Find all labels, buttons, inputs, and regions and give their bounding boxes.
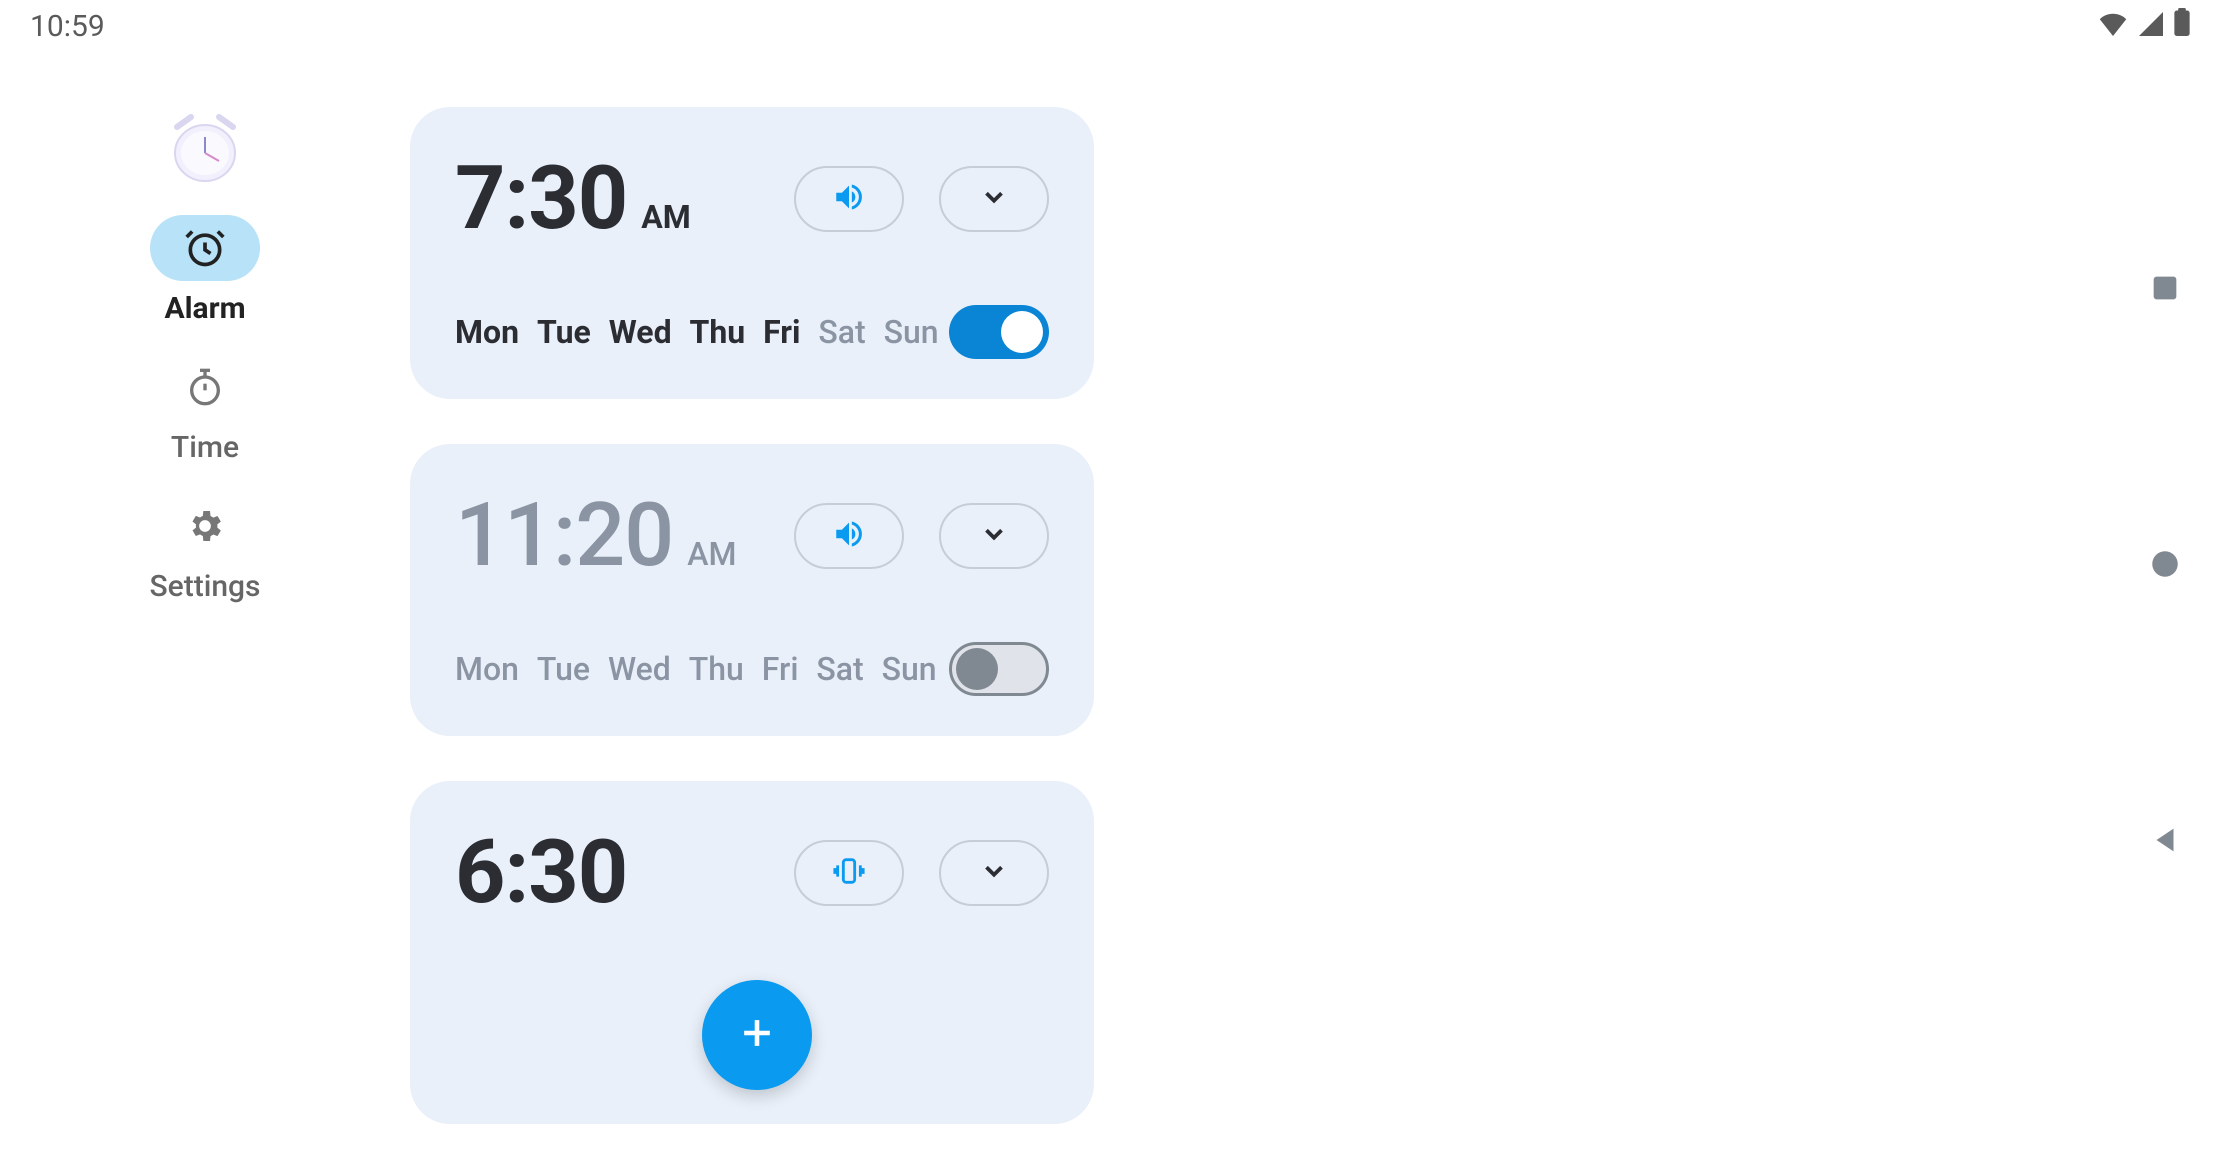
- recent-apps-button[interactable]: [2148, 271, 2182, 309]
- alarm-ampm: AM: [641, 198, 691, 236]
- status-icons: [2098, 8, 2190, 44]
- day-mon: Mon: [455, 650, 519, 688]
- sidebar-item-settings[interactable]: Settings: [149, 493, 260, 604]
- alarm-card: 7:30 AM: [410, 107, 1094, 399]
- vibrate-icon: [832, 854, 866, 891]
- alarm-time-value: 11:20: [455, 484, 673, 587]
- app-logo: [160, 107, 250, 187]
- chevron-down-icon: [979, 856, 1009, 889]
- day-sat: Sat: [816, 650, 863, 688]
- day-sun: Sun: [884, 313, 939, 351]
- plus-icon: [735, 1011, 779, 1059]
- add-alarm-button[interactable]: [702, 980, 812, 1090]
- back-button[interactable]: [2148, 823, 2182, 861]
- home-button[interactable]: [2148, 547, 2182, 585]
- day-wed: Wed: [609, 313, 672, 351]
- day-thu: Thu: [690, 313, 746, 351]
- alarm-icon: [150, 215, 260, 281]
- alarm-ampm: AM: [687, 535, 736, 573]
- day-wed: Wed: [608, 650, 671, 688]
- speaker-icon: [832, 180, 866, 217]
- alarm-days[interactable]: Mon Tue Wed Thu Fri Sat Sun: [455, 650, 947, 688]
- sidebar-item-alarm[interactable]: Alarm: [150, 215, 260, 326]
- cellular-icon: [2138, 9, 2164, 44]
- sidebar-item-time[interactable]: Time: [150, 354, 260, 465]
- wifi-icon: [2098, 9, 2128, 44]
- alarm-time[interactable]: 6:30: [455, 821, 641, 924]
- chevron-down-icon: [979, 519, 1009, 552]
- day-tue: Tue: [537, 313, 591, 351]
- stopwatch-icon: [150, 354, 260, 420]
- battery-icon: [2174, 8, 2190, 44]
- alarm-toggle[interactable]: [949, 305, 1049, 359]
- gear-icon: [150, 493, 260, 559]
- sound-button[interactable]: [794, 840, 904, 906]
- expand-button[interactable]: [939, 840, 1049, 906]
- alarm-time-value: 6:30: [455, 821, 627, 924]
- day-fri: Fri: [763, 313, 800, 351]
- status-bar: 10:59: [0, 0, 2220, 52]
- alarm-days[interactable]: Mon Tue Wed Thu Fri Sat Sun: [455, 313, 949, 351]
- sidebar-item-label: Settings: [149, 569, 260, 604]
- alarm-time[interactable]: 11:20 AM: [455, 484, 736, 587]
- day-tue: Tue: [537, 650, 590, 688]
- system-nav: [2110, 52, 2220, 1080]
- sound-button[interactable]: [794, 166, 904, 232]
- expand-button[interactable]: [939, 166, 1049, 232]
- status-time: 10:59: [30, 9, 105, 44]
- alarm-toggle[interactable]: [949, 642, 1049, 696]
- alarm-card: 11:20 AM: [410, 444, 1094, 736]
- alarm-time[interactable]: 7:30 AM: [455, 147, 691, 250]
- day-sat: Sat: [818, 313, 865, 351]
- day-sun: Sun: [882, 650, 937, 688]
- sidebar: Alarm Time Settings: [0, 52, 410, 1080]
- sidebar-item-label: Time: [171, 430, 239, 465]
- alarm-time-value: 7:30: [455, 147, 627, 250]
- chevron-down-icon: [979, 182, 1009, 215]
- day-mon: Mon: [455, 313, 519, 351]
- day-thu: Thu: [689, 650, 744, 688]
- speaker-icon: [832, 517, 866, 554]
- day-fri: Fri: [762, 650, 799, 688]
- expand-button[interactable]: [939, 503, 1049, 569]
- sound-button[interactable]: [794, 503, 904, 569]
- sidebar-item-label: Alarm: [164, 291, 245, 326]
